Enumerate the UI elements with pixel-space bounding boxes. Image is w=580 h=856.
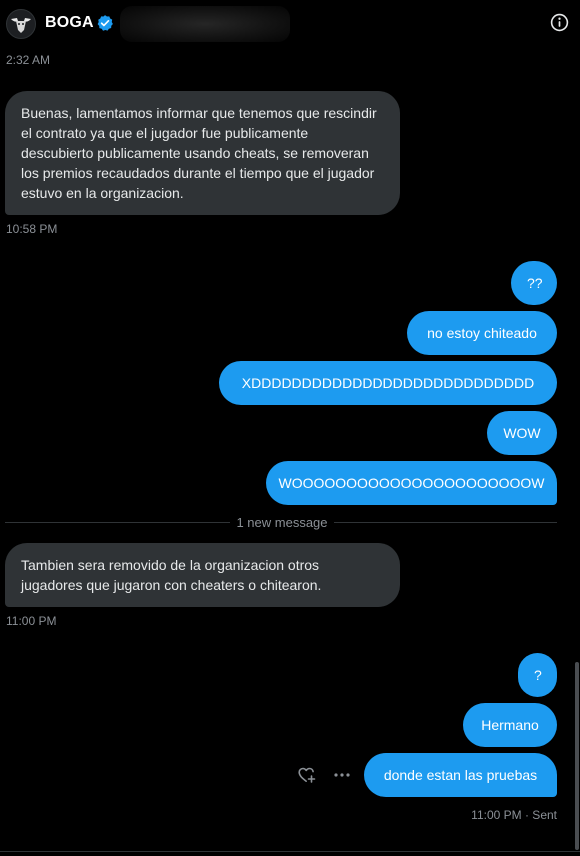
message-outgoing[interactable]: WOW [487,411,557,455]
info-icon[interactable] [550,13,569,32]
avatar[interactable] [6,9,36,39]
contact-name[interactable]: BOGA [45,14,94,32]
blurred-handle [120,6,290,42]
message-incoming[interactable]: Buenas, lamentamos informar que tenemos … [5,91,400,215]
timestamp-sent: 11:00 PM · Sent [471,808,557,822]
conversation-header: BOGA [0,0,580,48]
verified-badge-icon [97,15,113,31]
heart-plus-icon[interactable] [297,765,317,785]
divider-line-left [5,522,230,523]
message-outgoing[interactable]: ? [518,653,557,697]
divider-line-right [334,522,557,523]
composer-divider [0,851,580,852]
scrollbar[interactable] [575,662,579,850]
message-outgoing[interactable]: ?? [511,261,557,305]
message-outgoing[interactable]: Hermano [463,703,557,747]
new-message-divider: 1 new message [230,515,334,530]
message-outgoing[interactable]: WOOOOOOOOOOOOOOOOOOOOOOW [266,461,557,505]
message-outgoing[interactable]: no estoy chiteado [407,311,557,355]
more-icon[interactable] [332,765,352,785]
timestamp: 2:32 AM [6,53,51,67]
message-outgoing[interactable]: XDDDDDDDDDDDDDDDDDDDDDDDDDDDD [219,361,557,405]
timestamp: 11:00 PM [6,614,57,628]
message-outgoing[interactable]: donde estan las pruebas [364,753,557,797]
timestamp: 10:58 PM [6,222,58,236]
message-incoming[interactable]: Tambien sera removido de la organizacion… [5,543,400,607]
